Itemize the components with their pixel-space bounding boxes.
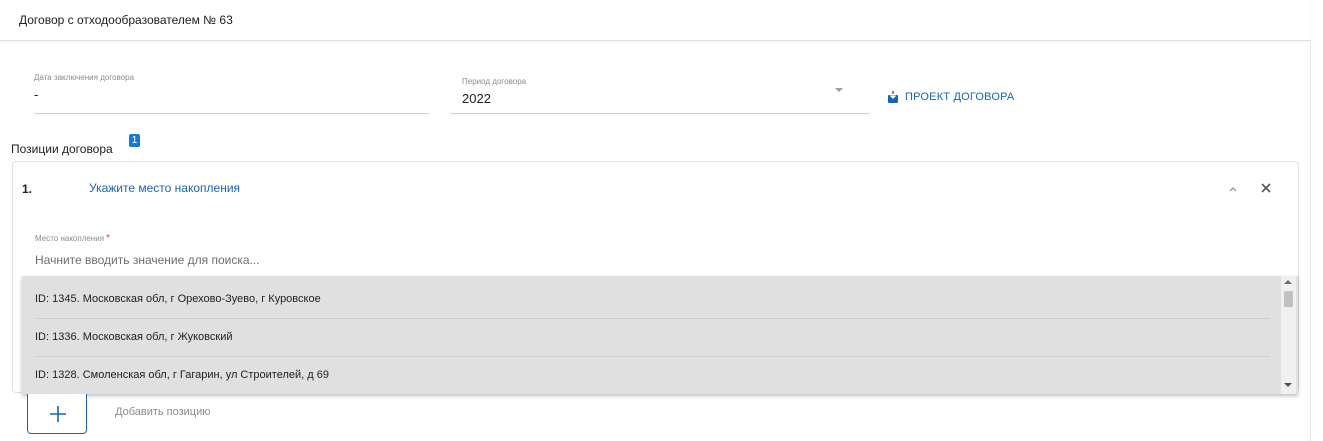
scroll-thumb[interactable] (1284, 291, 1293, 307)
storage-place-search-input[interactable] (35, 251, 1280, 269)
add-position-label[interactable]: Добавить позицию (115, 406, 211, 418)
option-item[interactable]: ID: 1345. Московская обл, г Орехово-Зуев… (22, 281, 1270, 318)
storage-place-label: Место накопления * (35, 233, 110, 244)
contract-period-label: Период договора (462, 77, 527, 86)
contract-date-label: Дата заключения договора (34, 73, 135, 82)
contract-date-underline (34, 113, 429, 114)
position-title-link[interactable]: Укажите место накопления (89, 181, 240, 195)
required-mark: * (106, 233, 110, 244)
page-title: Договор с отходообразователем № 63 (19, 13, 233, 27)
project-contract-button[interactable]: ПРОЕКТ ДОГОВОРА (887, 89, 1014, 105)
chevron-down-icon[interactable] (835, 88, 843, 92)
project-contract-label: ПРОЕКТ ДОГОВОРА (905, 91, 1015, 103)
contract-period-select[interactable]: 2022 (462, 91, 491, 106)
position-number: 1. (22, 182, 33, 196)
storage-place-options-list: ID: 1345. Московская обл, г Орехово-Зуев… (22, 276, 1298, 394)
add-position-button[interactable] (27, 394, 87, 434)
storage-place-label-text: Место накопления (35, 234, 105, 243)
positions-title: Позиции договора (11, 142, 113, 156)
plus-icon (50, 406, 66, 422)
options-scrollbar[interactable] (1281, 276, 1296, 394)
panel-border (1310, 40, 1311, 441)
option-item[interactable]: ID: 1328. Смоленская обл, г Гагарин, ул … (22, 357, 1270, 394)
contract-period-underline (450, 113, 870, 114)
contract-date-value[interactable]: - (34, 87, 38, 102)
page-header: Договор с отходообразователем № 63 (0, 0, 1310, 41)
option-item[interactable]: ID: 1336. Московская обл, г Жуковский (22, 319, 1270, 356)
chevron-up-icon[interactable] (1227, 183, 1239, 195)
scroll-up-arrow-icon[interactable] (1284, 280, 1292, 284)
positions-count-badge: 1 (129, 134, 140, 147)
download-icon (888, 91, 898, 103)
close-icon[interactable] (1259, 181, 1273, 195)
scroll-down-arrow-icon[interactable] (1284, 383, 1292, 387)
